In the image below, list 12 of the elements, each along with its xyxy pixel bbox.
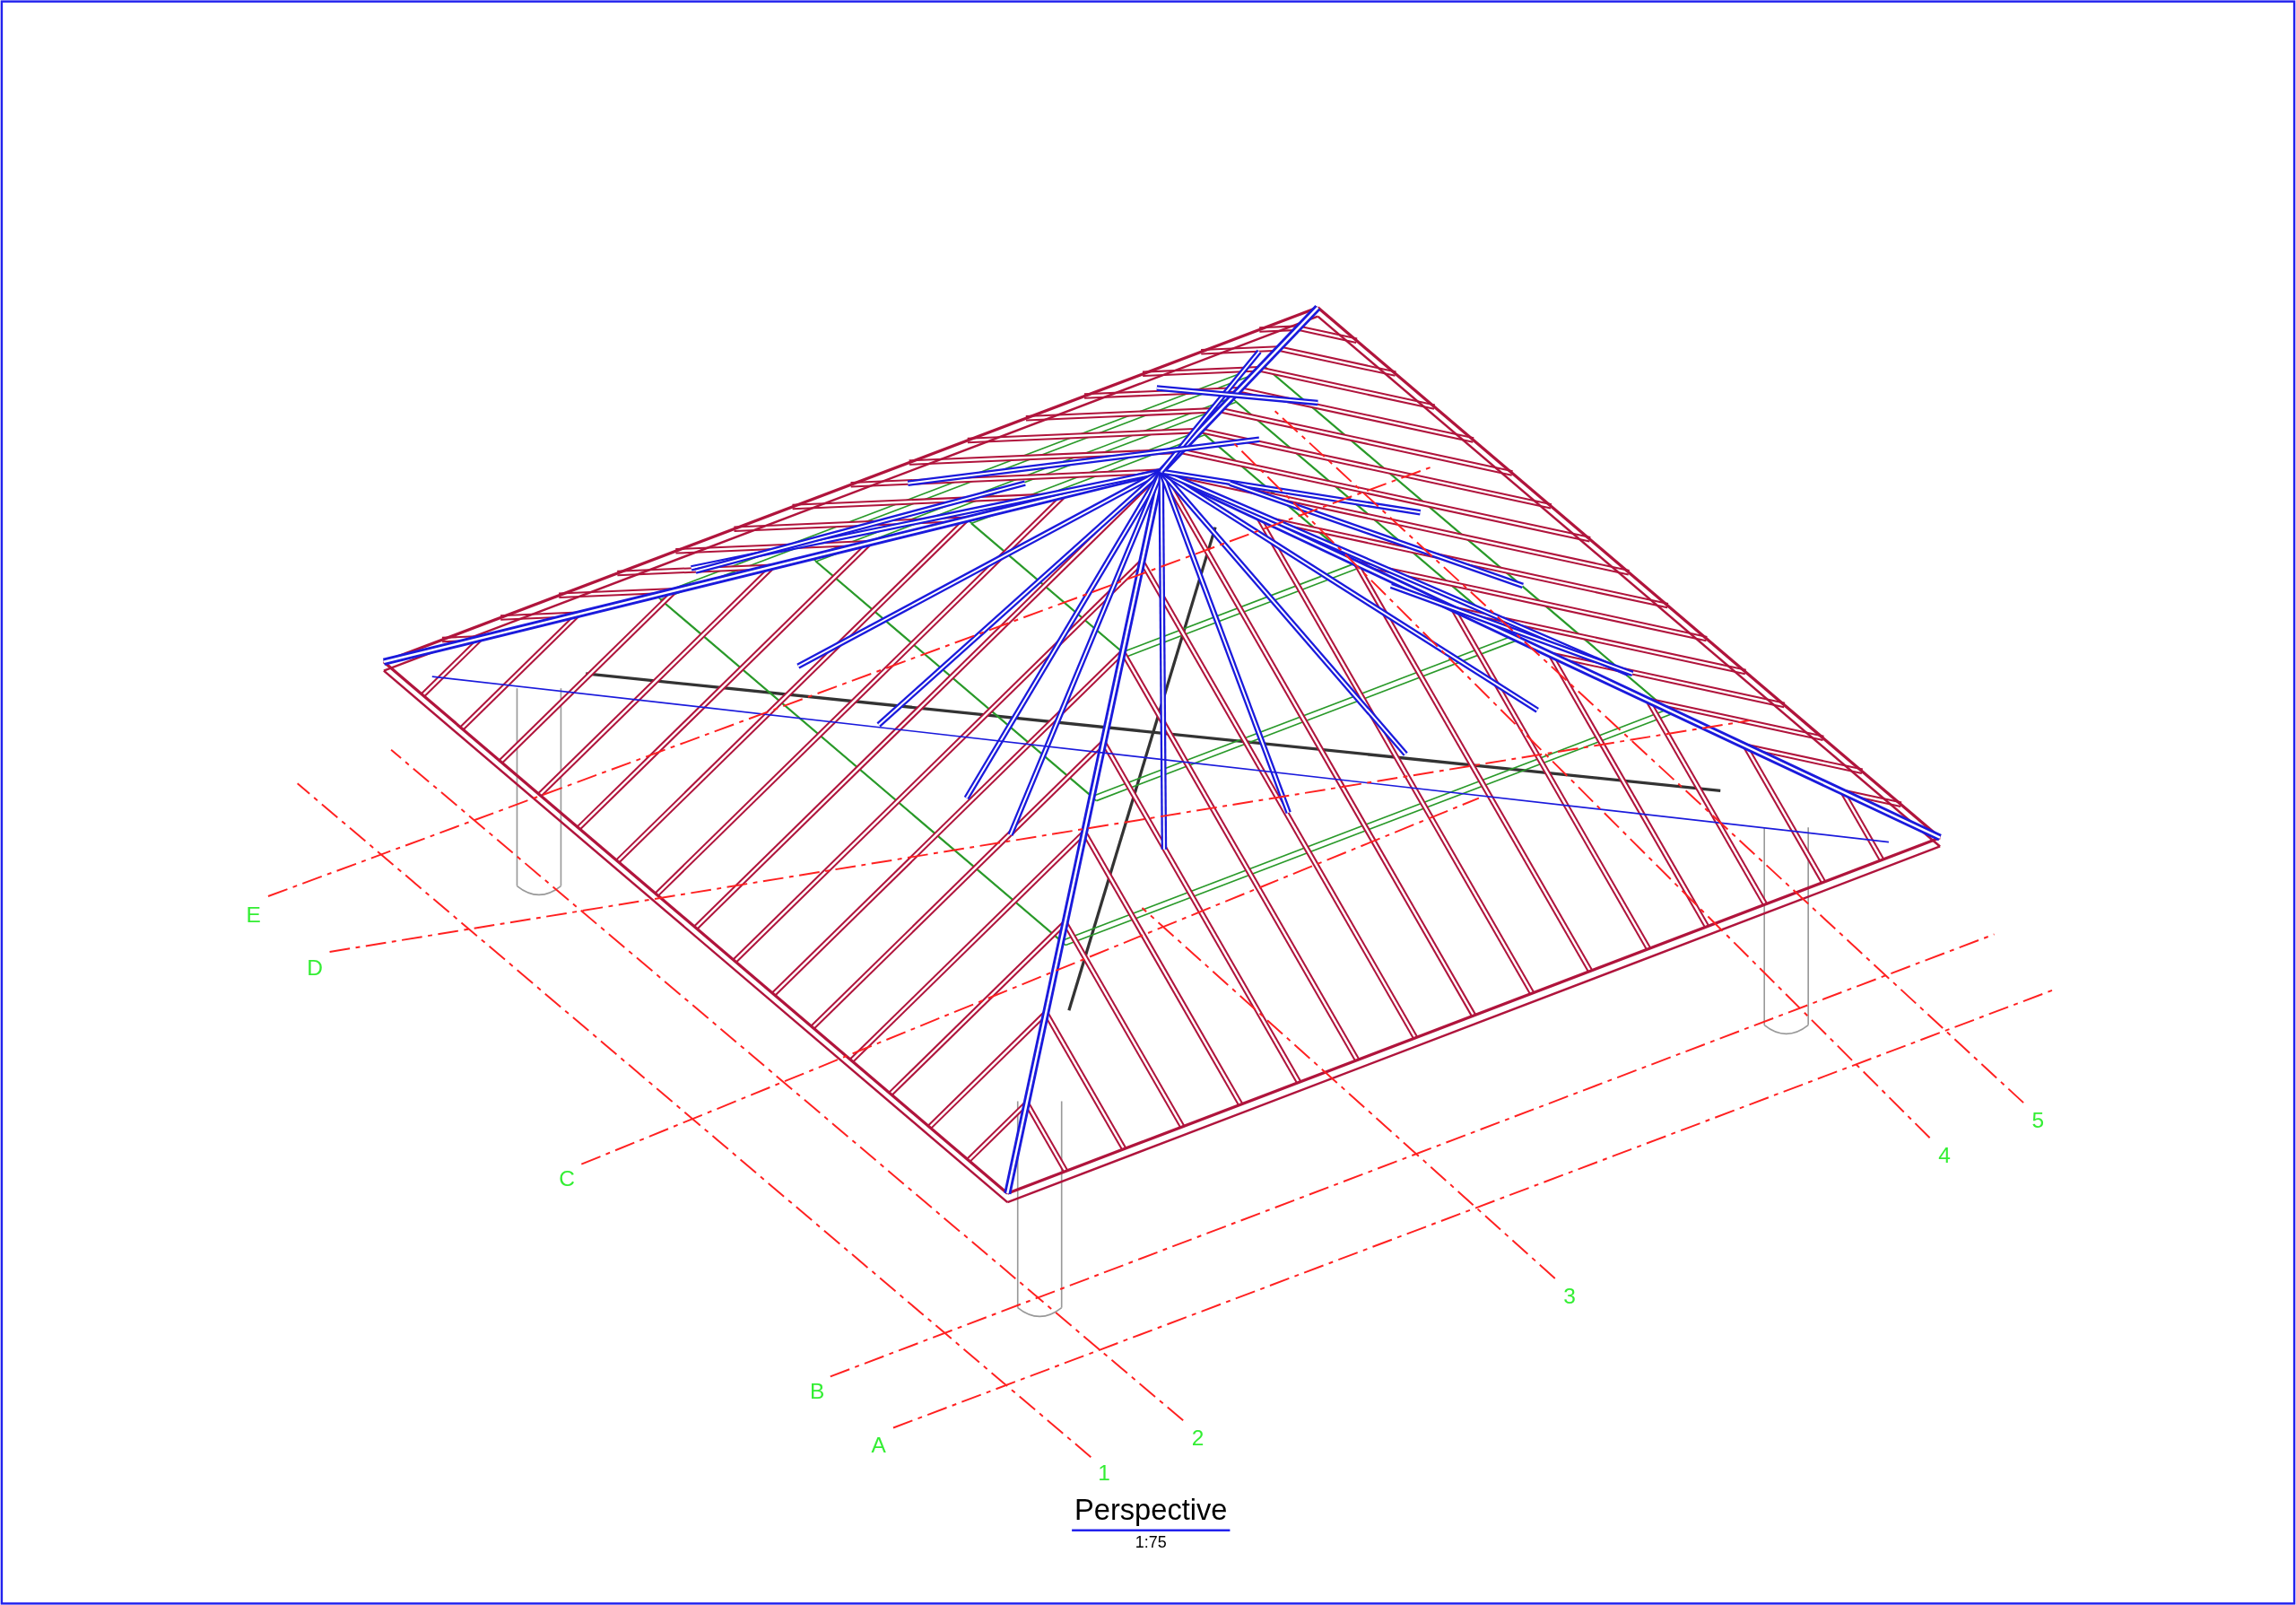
- grid-label: 5: [2031, 1107, 2045, 1132]
- grid-label: 2: [1191, 1426, 1205, 1451]
- grid-label: C: [559, 1166, 575, 1191]
- view-title: Perspective: [1074, 1493, 1228, 1527]
- grid-label: A: [871, 1433, 886, 1458]
- grid-label: 4: [1938, 1143, 1951, 1168]
- grid-label: 3: [1563, 1283, 1576, 1308]
- grid-label: E: [246, 903, 261, 928]
- grid-label: D: [307, 955, 324, 981]
- grid-label: B: [809, 1378, 825, 1403]
- grid-label: 1: [1098, 1461, 1110, 1486]
- view-scale: 1:75: [1135, 1533, 1167, 1552]
